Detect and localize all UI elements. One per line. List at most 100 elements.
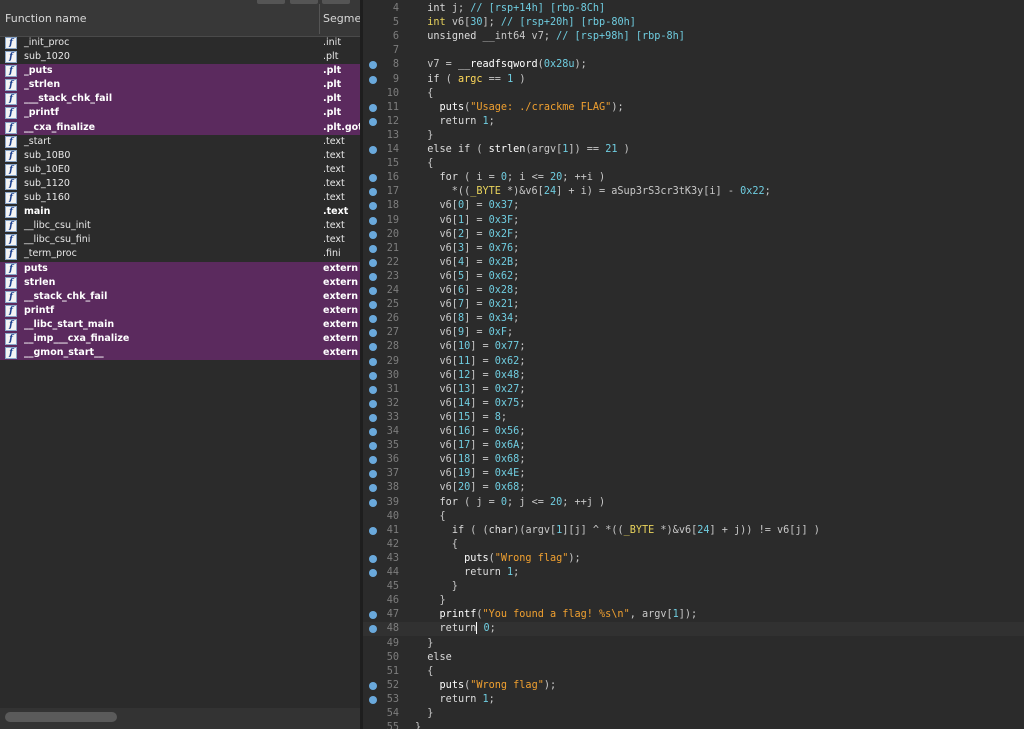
- function-row[interactable]: f sub_10E0 .text: [0, 163, 360, 177]
- code-text[interactable]: }: [415, 580, 458, 594]
- code-text[interactable]: *((_BYTE *)&v6[24] + i) = aSup3rS3cr3tK3…: [415, 185, 771, 199]
- code-line[interactable]: 21 v6[3] = 0x76;: [363, 242, 1024, 256]
- code-line[interactable]: 44 return 1;: [363, 566, 1024, 580]
- code-line[interactable]: 45 }: [363, 580, 1024, 594]
- function-row[interactable]: f __gmon_start__ extern: [0, 346, 360, 361]
- code-line[interactable]: 6 unsigned __int64 v7; // [rsp+98h] [rbp…: [363, 30, 1024, 44]
- segment-column-header[interactable]: Segme: [323, 12, 360, 25]
- code-line[interactable]: 26 v6[8] = 0x34;: [363, 312, 1024, 326]
- code-text[interactable]: v6[5] = 0x62;: [415, 270, 520, 284]
- code-line[interactable]: 29 v6[11] = 0x62;: [363, 355, 1024, 369]
- code-text[interactable]: v6[12] = 0x48;: [415, 369, 526, 383]
- code-text[interactable]: }: [415, 721, 421, 729]
- function-row[interactable]: f _term_proc .fini: [0, 247, 360, 261]
- code-text[interactable]: else: [415, 651, 452, 665]
- code-text[interactable]: {: [415, 87, 433, 101]
- code-line[interactable]: 19 v6[1] = 0x3F;: [363, 214, 1024, 228]
- toolbar-button[interactable]: [290, 0, 318, 4]
- code-text[interactable]: v6[1] = 0x3F;: [415, 214, 520, 228]
- code-line[interactable]: 53 return 1;: [363, 693, 1024, 707]
- code-line[interactable]: 24 v6[6] = 0x28;: [363, 284, 1024, 298]
- code-text[interactable]: }: [415, 129, 433, 143]
- code-text[interactable]: v6[20] = 0x68;: [415, 481, 526, 495]
- function-row[interactable]: f __stack_chk_fail extern: [0, 289, 360, 304]
- code-line[interactable]: 50 else: [363, 651, 1024, 665]
- code-text[interactable]: v7 = __readfsqword(0x28u);: [415, 58, 587, 72]
- code-line[interactable]: 46 }: [363, 594, 1024, 608]
- code-line[interactable]: 49 }: [363, 637, 1024, 651]
- code-line[interactable]: 47 printf("You found a flag! %s\n", argv…: [363, 608, 1024, 622]
- code-text[interactable]: v6[0] = 0x37;: [415, 199, 520, 213]
- code-text[interactable]: v6[9] = 0xF;: [415, 326, 514, 340]
- code-line[interactable]: 37 v6[19] = 0x4E;: [363, 467, 1024, 481]
- code-line[interactable]: 54 }: [363, 707, 1024, 721]
- function-row[interactable]: f sub_10B0 .text: [0, 149, 360, 163]
- code-line[interactable]: 38 v6[20] = 0x68;: [363, 481, 1024, 495]
- code-text[interactable]: v6[15] = 8;: [415, 411, 508, 425]
- code-line[interactable]: 41 if ( (char)(argv[1][j] ^ *((_BYTE *)&…: [363, 524, 1024, 538]
- code-text[interactable]: v6[18] = 0x68;: [415, 453, 526, 467]
- code-line[interactable]: 11 puts("Usage: ./crackme FLAG");: [363, 101, 1024, 115]
- code-line[interactable]: 18 v6[0] = 0x37;: [363, 199, 1024, 213]
- function-row[interactable]: f ___stack_chk_fail .plt: [0, 92, 360, 107]
- code-line[interactable]: 30 v6[12] = 0x48;: [363, 369, 1024, 383]
- code-line[interactable]: 39 for ( j = 0; j <= 20; ++j ): [363, 496, 1024, 510]
- code-line[interactable]: 9 if ( argc == 1 ): [363, 73, 1024, 87]
- code-line[interactable]: 10 {: [363, 87, 1024, 101]
- code-line[interactable]: 55}: [363, 721, 1024, 729]
- function-row[interactable]: f sub_1020 .plt: [0, 50, 360, 64]
- toolbar-button[interactable]: [257, 0, 285, 4]
- code-line[interactable]: 51 {: [363, 665, 1024, 679]
- code-line[interactable]: 33 v6[15] = 8;: [363, 411, 1024, 425]
- code-text[interactable]: v6[19] = 0x4E;: [415, 467, 526, 481]
- code-line[interactable]: 16 for ( i = 0; i <= 20; ++i ): [363, 171, 1024, 185]
- code-text[interactable]: else if ( strlen(argv[1]) == 21 ): [415, 143, 629, 157]
- code-text[interactable]: }: [415, 594, 446, 608]
- code-text[interactable]: for ( i = 0; i <= 20; ++i ): [415, 171, 606, 185]
- function-row[interactable]: f __imp___cxa_finalize extern: [0, 331, 360, 347]
- code-text[interactable]: v6[2] = 0x2F;: [415, 228, 520, 242]
- code-text[interactable]: v6[11] = 0x62;: [415, 355, 526, 369]
- function-row[interactable]: f sub_1120 .text: [0, 177, 360, 191]
- code-text[interactable]: printf("You found a flag! %s\n", argv[1]…: [415, 608, 698, 622]
- function-row[interactable]: f _printf .plt: [0, 106, 360, 121]
- code-text[interactable]: if ( (char)(argv[1][j] ^ *((_BYTE *)&v6[…: [415, 524, 820, 538]
- function-row[interactable]: f __cxa_finalize .plt.got: [0, 120, 360, 135]
- code-line[interactable]: 7: [363, 44, 1024, 58]
- code-text[interactable]: return 0;: [415, 622, 496, 636]
- code-text[interactable]: }: [415, 637, 433, 651]
- scrollbar-thumb[interactable]: [5, 712, 117, 722]
- function-row[interactable]: f _start .text: [0, 135, 360, 149]
- code-text[interactable]: return 1;: [415, 693, 495, 707]
- toolbar-button[interactable]: [322, 0, 350, 4]
- code-text[interactable]: v6[16] = 0x56;: [415, 425, 526, 439]
- code-line[interactable]: 28 v6[10] = 0x77;: [363, 340, 1024, 354]
- code-text[interactable]: return 1;: [415, 115, 495, 129]
- code-line[interactable]: 31 v6[13] = 0x27;: [363, 383, 1024, 397]
- code-text[interactable]: v6[7] = 0x21;: [415, 298, 520, 312]
- code-text[interactable]: v6[6] = 0x28;: [415, 284, 520, 298]
- function-name-column-header[interactable]: Function name: [5, 12, 86, 25]
- code-line[interactable]: 25 v6[7] = 0x21;: [363, 298, 1024, 312]
- code-text[interactable]: v6[10] = 0x77;: [415, 340, 526, 354]
- function-row[interactable]: f __libc_csu_init .text: [0, 219, 360, 233]
- function-row[interactable]: f puts extern: [0, 261, 360, 276]
- code-text[interactable]: puts("Usage: ./crackme FLAG");: [415, 101, 624, 115]
- code-text[interactable]: v6[8] = 0x34;: [415, 312, 520, 326]
- code-line[interactable]: 14 else if ( strlen(argv[1]) == 21 ): [363, 143, 1024, 157]
- code-line[interactable]: 12 return 1;: [363, 115, 1024, 129]
- function-row[interactable]: f printf extern: [0, 303, 360, 318]
- code-line[interactable]: 40 {: [363, 510, 1024, 524]
- code-text[interactable]: {: [415, 510, 446, 524]
- code-line[interactable]: 20 v6[2] = 0x2F;: [363, 228, 1024, 242]
- code-text[interactable]: v6[3] = 0x76;: [415, 242, 520, 256]
- code-text[interactable]: for ( j = 0; j <= 20; ++j ): [415, 496, 606, 510]
- function-row[interactable]: f __libc_start_main extern: [0, 317, 360, 332]
- code-text[interactable]: int v6[30]; // [rsp+20h] [rbp-80h]: [415, 16, 636, 30]
- function-row[interactable]: f sub_1160 .text: [0, 191, 360, 205]
- function-row[interactable]: f _strlen .plt: [0, 78, 360, 93]
- function-row[interactable]: f _puts .plt: [0, 64, 360, 79]
- code-text[interactable]: v6[14] = 0x75;: [415, 397, 526, 411]
- function-row[interactable]: f strlen extern: [0, 275, 360, 290]
- code-line[interactable]: 23 v6[5] = 0x62;: [363, 270, 1024, 284]
